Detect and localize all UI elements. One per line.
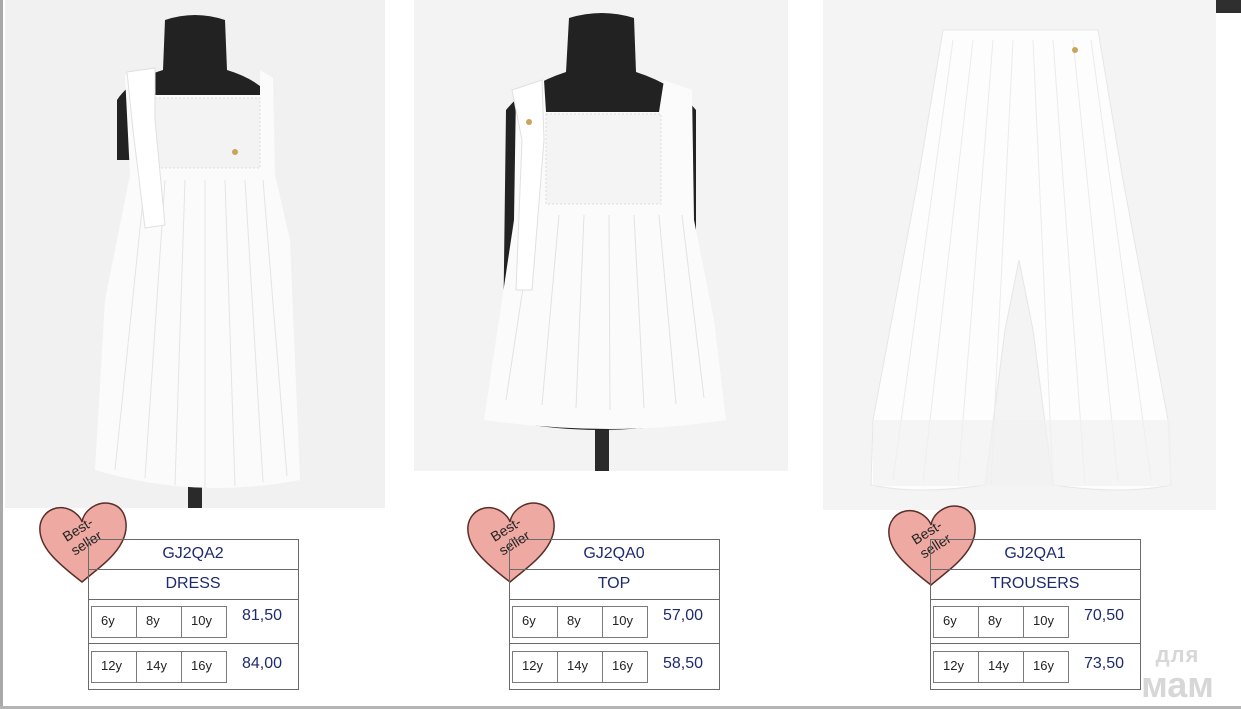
- size-cell: 8y: [557, 606, 603, 638]
- left-edge-rule: [0, 0, 3, 709]
- size-cell: 6y: [91, 606, 137, 638]
- watermark-line2: мам: [1141, 664, 1214, 705]
- price-table-trousers: GJ2QA1 TROUSERS 6y 8y 10y 70,50 12y 14y …: [930, 539, 1141, 690]
- trousers-photo: [823, 0, 1216, 510]
- size-cell: 6y: [933, 606, 979, 638]
- size-cell: 10y: [181, 606, 227, 638]
- price: 57,00: [663, 607, 704, 624]
- dress-photo: [5, 0, 385, 508]
- price: 58,50: [663, 655, 704, 672]
- product-name: TROUSERS: [990, 575, 1080, 592]
- size-cell: 12y: [933, 651, 979, 683]
- size-cell: 10y: [602, 606, 648, 638]
- size-cell: 10y: [1023, 606, 1069, 638]
- price: 70,50: [1084, 607, 1125, 624]
- top-photo: [414, 0, 788, 471]
- size-cell: 14y: [978, 651, 1024, 683]
- size-cell: 16y: [1023, 651, 1069, 683]
- size-cell: 12y: [512, 651, 558, 683]
- price-table-top: GJ2QA0 TOP 6y 8y 10y 57,00 12y 14y 16y 5…: [509, 539, 720, 690]
- price-table-dress: GJ2QA2 DRESS 6y 8y 10y 81,50 12y 14y 16y…: [88, 539, 299, 690]
- size-cell: 14y: [136, 651, 182, 683]
- product-code: GJ2QA1: [1004, 545, 1066, 562]
- size-cell: 12y: [91, 651, 137, 683]
- product-code: GJ2QA2: [162, 545, 224, 562]
- size-cell: 8y: [978, 606, 1024, 638]
- product-name: TOP: [597, 575, 631, 592]
- site-watermark: для мам: [1130, 640, 1225, 705]
- price: 84,00: [242, 655, 283, 672]
- price: 73,50: [1084, 655, 1125, 672]
- product-name: DRESS: [165, 575, 221, 592]
- size-cell: 8y: [136, 606, 182, 638]
- product-code: GJ2QA0: [583, 545, 645, 562]
- price: 81,50: [242, 607, 283, 624]
- size-cell: 6y: [512, 606, 558, 638]
- size-cell: 14y: [557, 651, 603, 683]
- size-cell: 16y: [181, 651, 227, 683]
- size-cell: 16y: [602, 651, 648, 683]
